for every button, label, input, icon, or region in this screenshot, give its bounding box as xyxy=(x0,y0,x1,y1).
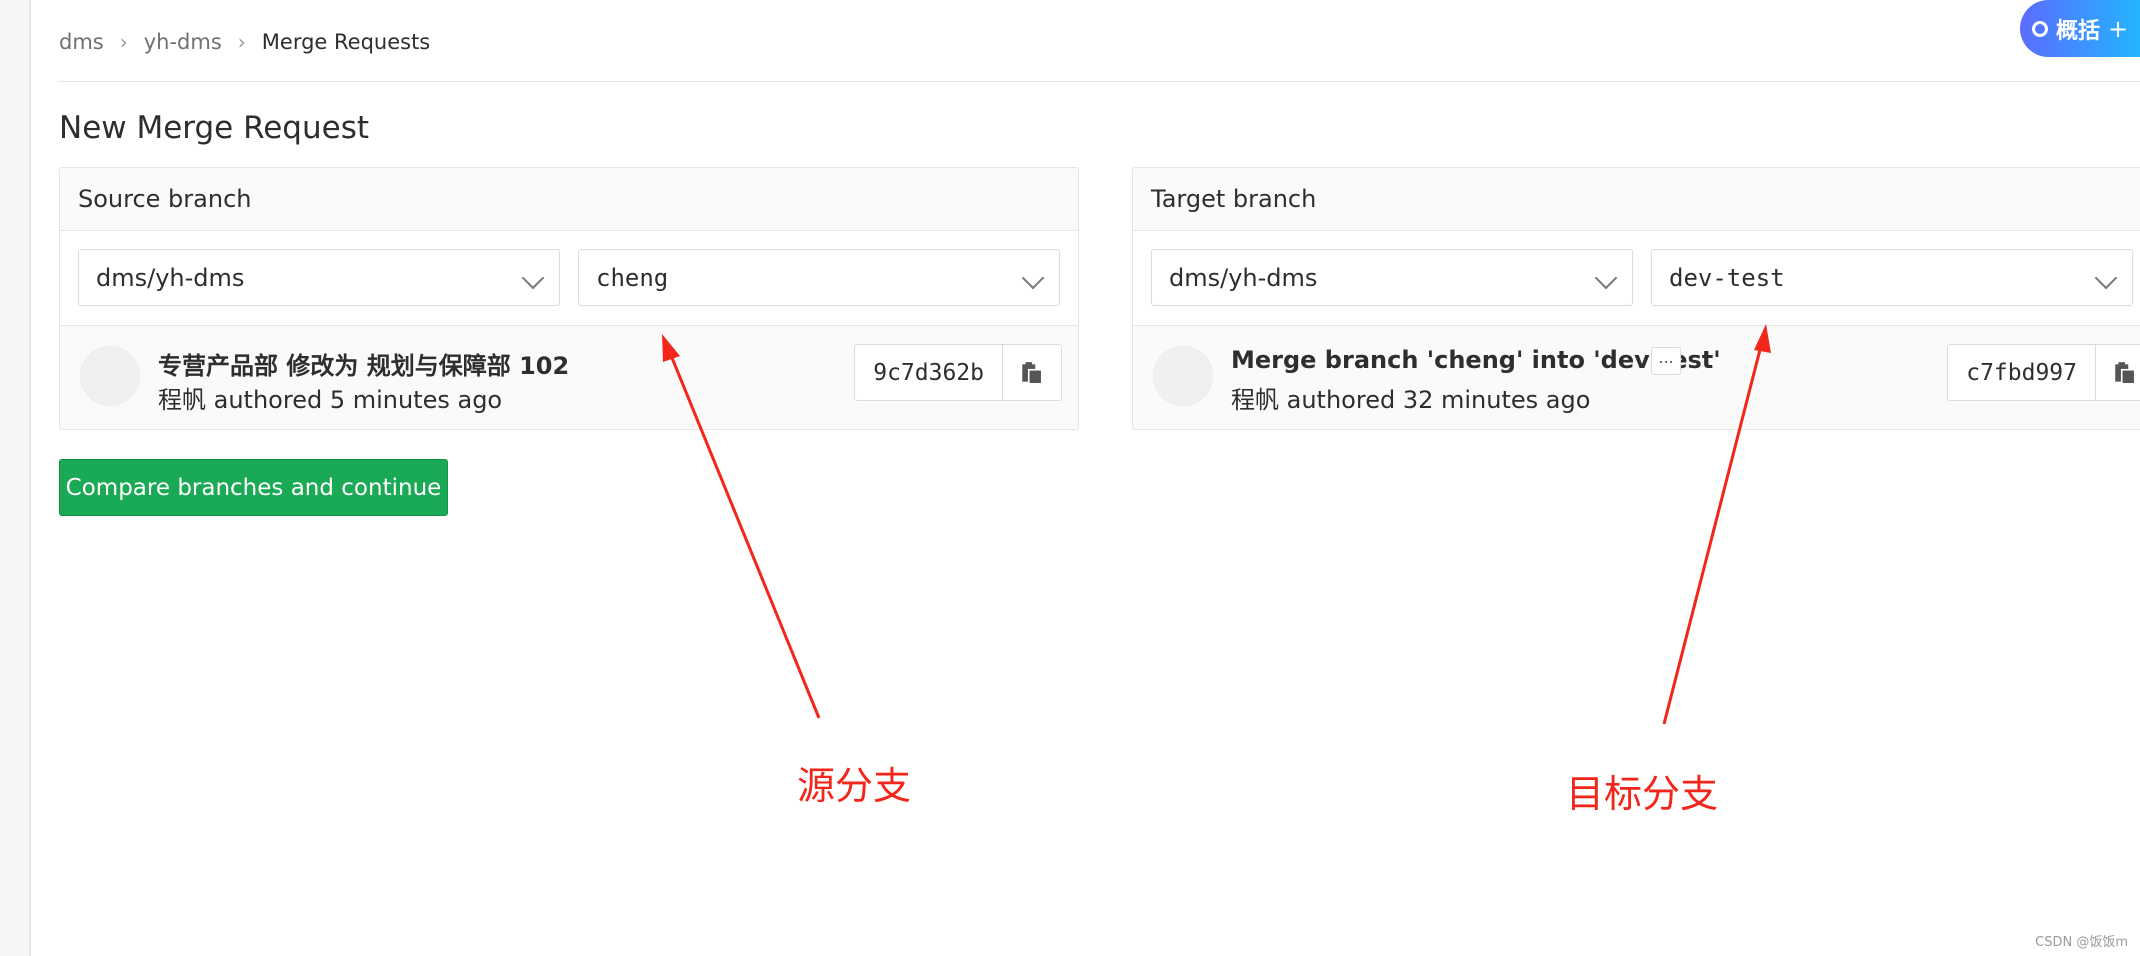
clipboard-icon xyxy=(1022,361,1043,385)
source-branch-value: cheng xyxy=(596,263,669,292)
breadcrumb-item-dms[interactable]: dms xyxy=(59,30,104,54)
source-commit-sha[interactable]: 9c7d362b xyxy=(855,345,1003,400)
expand-commit-message-button[interactable]: ... xyxy=(1651,347,1681,375)
source-commit-meta: 程帆 authored 5 minutes ago xyxy=(158,386,503,414)
summary-button[interactable]: 概括 + xyxy=(2020,0,2140,57)
target-branch-value: dev-test xyxy=(1669,263,1785,292)
chevron-down-icon xyxy=(1021,266,1045,290)
compare-branches-button[interactable]: Compare branches and continue xyxy=(59,459,448,516)
chevron-down-icon xyxy=(521,266,545,290)
source-commit-title[interactable]: 专营产品部 修改为 规划与保障部 102 xyxy=(158,346,569,381)
chevron-down-icon xyxy=(2094,266,2118,290)
header-divider xyxy=(59,81,2140,82)
source-select-row: dms/yh-dms cheng xyxy=(60,231,1078,326)
target-project-value: dms/yh-dms xyxy=(1169,263,1318,292)
breadcrumb: dms › yh-dms › Merge Requests xyxy=(59,26,430,58)
source-branch-select[interactable]: cheng xyxy=(578,249,1060,306)
source-branch-annotation: 源分支 xyxy=(797,764,912,808)
chevron-right-icon: › xyxy=(119,30,128,54)
target-commit-row: Merge branch 'cheng' into 'dev-test' ...… xyxy=(1133,326,2140,431)
summary-label: 概括 xyxy=(2056,18,2101,44)
copy-sha-button[interactable] xyxy=(1003,345,1061,400)
summary-ring-icon xyxy=(2032,20,2048,37)
target-commit-title[interactable]: Merge branch 'cheng' into 'dev-test' xyxy=(1231,346,1721,374)
target-project-select[interactable]: dms/yh-dms xyxy=(1151,249,1633,306)
target-commit-meta: 程帆 authored 32 minutes ago xyxy=(1231,386,1591,414)
source-project-select[interactable]: dms/yh-dms xyxy=(78,249,560,306)
target-branch-panel: Target branch dms/yh-dms dev-test Merge … xyxy=(1132,167,2140,430)
breadcrumb-item-project[interactable]: yh-dms xyxy=(144,30,222,54)
target-commit-sha-group: c7fbd997 xyxy=(1947,344,2140,401)
target-branch-header: Target branch xyxy=(1133,168,2140,231)
target-select-row: dms/yh-dms dev-test xyxy=(1133,231,2140,326)
source-commit-sha-group: 9c7d362b xyxy=(854,344,1062,401)
clipboard-icon xyxy=(2115,361,2136,385)
target-branch-select[interactable]: dev-test xyxy=(1651,249,2133,306)
avatar xyxy=(1153,346,1213,406)
source-project-value: dms/yh-dms xyxy=(96,263,245,292)
source-branch-header: Source branch xyxy=(60,168,1078,231)
source-branch-panel: Source branch dms/yh-dms cheng 专营产品部 修改为… xyxy=(59,167,1079,430)
chevron-right-icon: › xyxy=(237,30,246,54)
copy-sha-button[interactable] xyxy=(2096,345,2140,400)
target-branch-annotation: 目标分支 xyxy=(1566,772,1719,816)
breadcrumb-current[interactable]: Merge Requests xyxy=(262,30,430,54)
source-commit-row: 专营产品部 修改为 规划与保障部 102 程帆 authored 5 minut… xyxy=(60,326,1078,431)
chevron-down-icon xyxy=(1594,266,1618,290)
target-commit-sha[interactable]: c7fbd997 xyxy=(1948,345,2096,400)
watermark: CSDN @饭饭m xyxy=(2035,935,2128,950)
left-sidebar-rail xyxy=(0,0,31,956)
plus-icon: + xyxy=(2108,14,2129,43)
page-title: New Merge Request xyxy=(59,110,370,146)
avatar xyxy=(80,346,140,406)
